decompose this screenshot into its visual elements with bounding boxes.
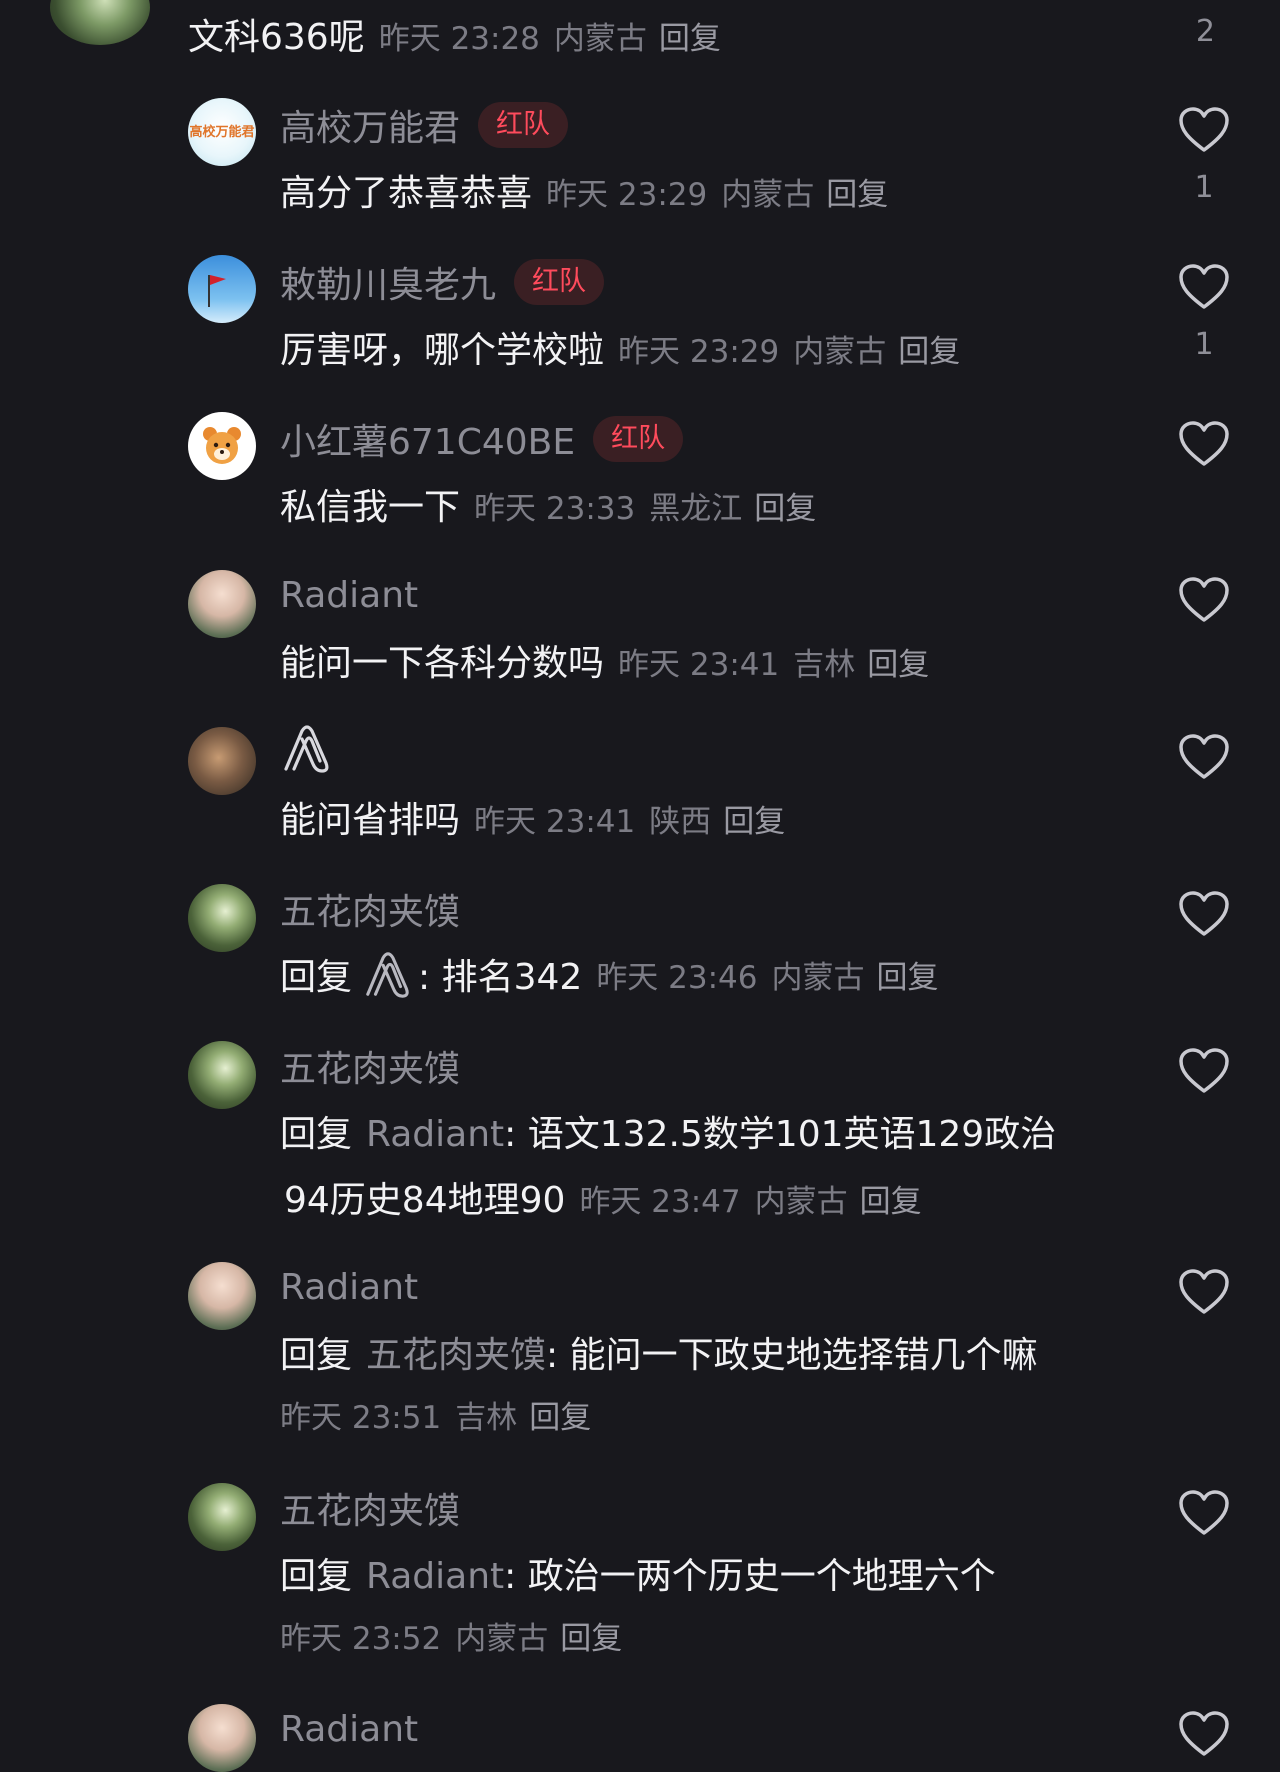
reply-button[interactable]: 回复 bbox=[860, 1176, 922, 1221]
reply-button[interactable]: 回复 bbox=[659, 13, 721, 58]
team-badge: 红队 bbox=[593, 416, 684, 462]
reply-time: 昨天 23:41 bbox=[618, 647, 780, 683]
reply-location: 吉林 bbox=[793, 647, 856, 683]
reply-location: 内蒙古 bbox=[455, 1621, 549, 1657]
top-comment: 文科636呢 昨天 23:28 内蒙古 回复 2 bbox=[0, 0, 1280, 70]
reply-text: 能问一下各科分数吗 bbox=[280, 643, 605, 684]
reply-time: 昨天 23:46 bbox=[596, 959, 758, 996]
flag-icon bbox=[208, 275, 226, 307]
reply-text: 能问省排吗 bbox=[280, 800, 461, 841]
reply-text: 私信我一下 bbox=[280, 487, 461, 528]
username[interactable]: Radiant bbox=[280, 575, 418, 616]
reply-button[interactable]: 回复 bbox=[754, 483, 816, 528]
reply-location: 内蒙古 bbox=[721, 177, 815, 213]
avatar[interactable] bbox=[50, 0, 150, 45]
reply-text-cont: 94历史84地理90 bbox=[284, 1180, 566, 1221]
heart-icon[interactable] bbox=[1178, 1047, 1230, 1095]
bear-icon bbox=[203, 427, 241, 464]
like-count: 2 bbox=[1195, 14, 1215, 49]
avatar[interactable] bbox=[188, 1262, 256, 1330]
paperclip-icon[interactable] bbox=[280, 721, 334, 775]
reply-prefix: 回复 bbox=[280, 1556, 353, 1597]
reply-time: 昨天 23:29 bbox=[618, 334, 780, 370]
avatar[interactable] bbox=[188, 1704, 256, 1772]
reply-prefix: 回复 bbox=[280, 1335, 353, 1376]
username[interactable]: Radiant bbox=[280, 1709, 418, 1750]
heart-icon[interactable] bbox=[1178, 890, 1230, 938]
username[interactable]: 小红薯671C40BE bbox=[280, 413, 575, 465]
like-count: 1 bbox=[1194, 170, 1214, 205]
mention-username[interactable]: Radiant bbox=[366, 1556, 504, 1597]
reply-button[interactable]: 回复 bbox=[867, 639, 929, 684]
avatar[interactable] bbox=[188, 1041, 256, 1109]
heart-icon[interactable] bbox=[1178, 733, 1230, 781]
reply-text: : 能问一下政史地选择错几个嘛 bbox=[546, 1335, 1038, 1376]
reply-text: : 排名342 bbox=[418, 957, 583, 998]
reply-text: : 语文132.5数学101英语129政治 bbox=[504, 1114, 1057, 1155]
reply-location: 内蒙古 bbox=[771, 959, 865, 996]
reply-button[interactable]: 回复 bbox=[877, 952, 939, 997]
reply-button[interactable]: 回复 bbox=[898, 326, 960, 371]
reply-time: 昨天 23:51 bbox=[280, 1400, 442, 1436]
reply-time: 昨天 23:29 bbox=[546, 177, 708, 213]
reply-button[interactable]: 回复 bbox=[529, 1392, 591, 1437]
like-count: 1 bbox=[1194, 327, 1214, 362]
comment-text: 文科636呢 bbox=[188, 17, 365, 58]
heart-icon[interactable] bbox=[1178, 576, 1230, 624]
avatar[interactable] bbox=[188, 1483, 256, 1551]
avatar[interactable] bbox=[188, 884, 256, 952]
reply-location: 内蒙古 bbox=[754, 1184, 848, 1220]
heart-icon[interactable] bbox=[1178, 1268, 1230, 1316]
heart-icon[interactable] bbox=[1178, 1489, 1230, 1537]
mention-username[interactable]: Radiant bbox=[366, 1114, 504, 1155]
paperclip-icon[interactable] bbox=[362, 948, 414, 1000]
heart-icon[interactable] bbox=[1178, 1710, 1230, 1758]
avatar[interactable] bbox=[188, 255, 256, 323]
username[interactable]: Radiant bbox=[280, 1267, 418, 1308]
reply-button[interactable]: 回复 bbox=[826, 169, 888, 214]
avatar[interactable] bbox=[188, 412, 256, 480]
avatar[interactable] bbox=[188, 727, 256, 795]
reply-location: 陕西 bbox=[649, 804, 712, 840]
reply-location: 黑龙江 bbox=[649, 491, 743, 527]
reply-button[interactable]: 回复 bbox=[560, 1613, 622, 1658]
reply-text: : 政治一两个历史一个地理六个 bbox=[504, 1556, 996, 1597]
heart-icon[interactable] bbox=[1178, 106, 1230, 154]
comment-location: 内蒙古 bbox=[553, 21, 647, 57]
reply-time: 昨天 23:47 bbox=[579, 1184, 741, 1220]
reply-button[interactable]: 回复 bbox=[723, 796, 785, 841]
team-badge: 红队 bbox=[478, 102, 569, 148]
team-badge: 红队 bbox=[514, 259, 605, 305]
reply-prefix: 回复 bbox=[280, 957, 353, 998]
reply-text: 高分了恭喜恭喜 bbox=[280, 173, 533, 214]
reply-location: 内蒙古 bbox=[793, 334, 887, 370]
heart-icon[interactable] bbox=[1178, 263, 1230, 311]
avatar[interactable] bbox=[188, 570, 256, 638]
username[interactable]: 高校万能君 bbox=[280, 99, 460, 151]
reply-text: 厉害呀，哪个学校啦 bbox=[280, 330, 605, 371]
username[interactable]: 敕勒川臭老九 bbox=[280, 256, 496, 308]
username[interactable]: 五花肉夹馍 bbox=[280, 1040, 460, 1092]
comment-time: 昨天 23:28 bbox=[378, 21, 540, 57]
reply-time: 昨天 23:41 bbox=[474, 804, 636, 840]
reply-location: 吉林 bbox=[455, 1400, 518, 1436]
avatar-logo-text: 高校万能君 bbox=[189, 124, 255, 140]
reply-time: 昨天 23:52 bbox=[280, 1621, 442, 1657]
reply-time: 昨天 23:33 bbox=[474, 491, 636, 527]
username[interactable]: 五花肉夹馍 bbox=[280, 883, 460, 935]
mention-username[interactable]: 五花肉夹馍 bbox=[366, 1326, 546, 1378]
avatar[interactable]: 高校万能君 bbox=[188, 98, 256, 166]
username[interactable]: 五花肉夹馍 bbox=[280, 1482, 460, 1534]
reply-prefix: 回复 bbox=[280, 1114, 353, 1155]
heart-icon[interactable] bbox=[1178, 420, 1230, 468]
